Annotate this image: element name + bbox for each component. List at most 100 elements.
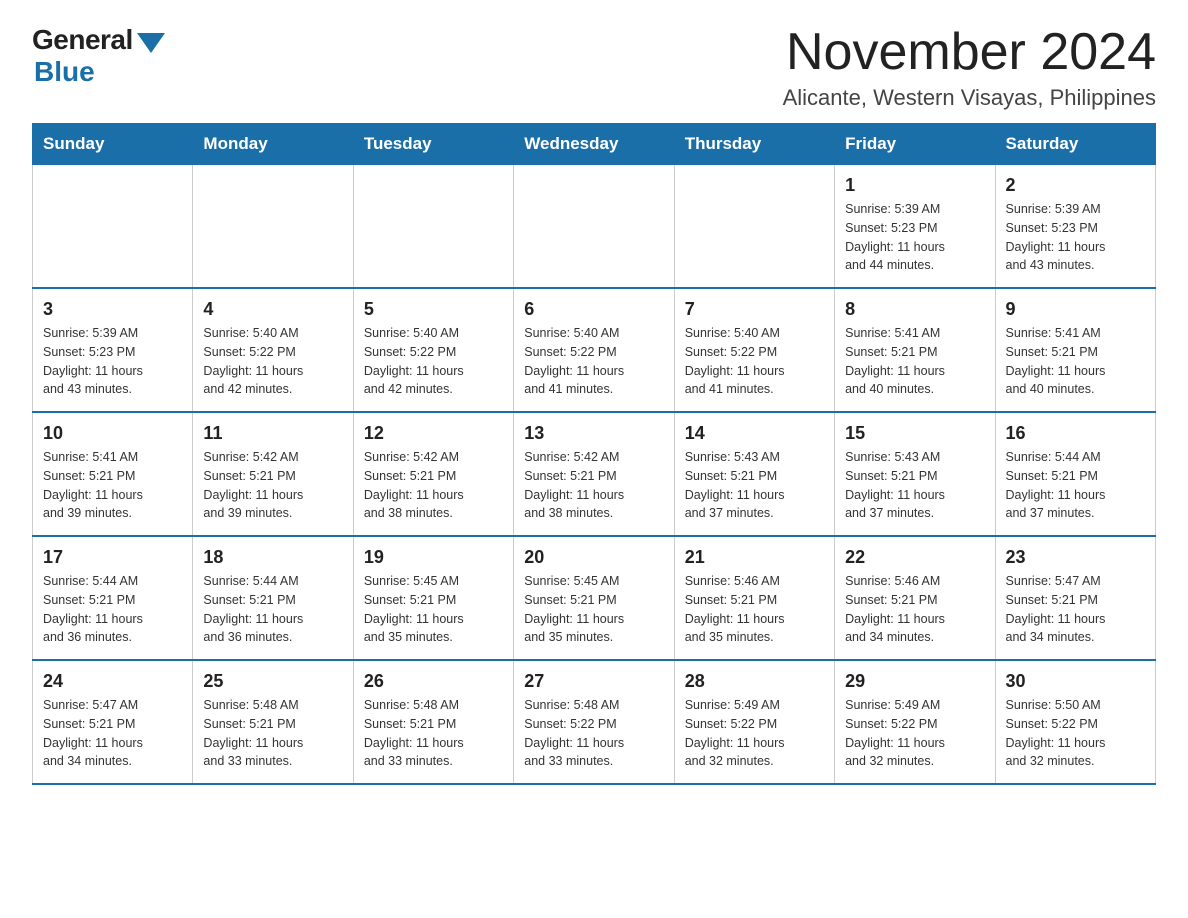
calendar-day-cell: 24 Sunrise: 5:47 AM Sunset: 5:21 PM Dayli… <box>33 660 193 784</box>
day-info: Sunrise: 5:43 AM Sunset: 5:21 PM Dayligh… <box>685 448 824 523</box>
day-number: 25 <box>203 671 342 692</box>
day-info: Sunrise: 5:50 AM Sunset: 5:22 PM Dayligh… <box>1006 696 1145 771</box>
weekday-header-saturday: Saturday <box>995 124 1155 165</box>
day-number: 26 <box>364 671 503 692</box>
day-info: Sunrise: 5:39 AM Sunset: 5:23 PM Dayligh… <box>1006 200 1145 275</box>
day-info: Sunrise: 5:47 AM Sunset: 5:21 PM Dayligh… <box>1006 572 1145 647</box>
day-info: Sunrise: 5:42 AM Sunset: 5:21 PM Dayligh… <box>364 448 503 523</box>
calendar-day-cell: 4 Sunrise: 5:40 AM Sunset: 5:22 PM Daylig… <box>193 288 353 412</box>
calendar-day-cell: 6 Sunrise: 5:40 AM Sunset: 5:22 PM Daylig… <box>514 288 674 412</box>
day-info: Sunrise: 5:45 AM Sunset: 5:21 PM Dayligh… <box>364 572 503 647</box>
calendar-day-cell: 17 Sunrise: 5:44 AM Sunset: 5:21 PM Dayli… <box>33 536 193 660</box>
day-info: Sunrise: 5:48 AM Sunset: 5:21 PM Dayligh… <box>364 696 503 771</box>
calendar-day-cell: 9 Sunrise: 5:41 AM Sunset: 5:21 PM Daylig… <box>995 288 1155 412</box>
day-number: 10 <box>43 423 182 444</box>
calendar-day-cell: 25Sunrise: 5:48 AM Sunset: 5:21 PM Dayli… <box>193 660 353 784</box>
weekday-header-thursday: Thursday <box>674 124 834 165</box>
day-number: 4 <box>203 299 342 320</box>
calendar-day-cell: 2 Sunrise: 5:39 AM Sunset: 5:23 PM Daylig… <box>995 165 1155 289</box>
day-info: Sunrise: 5:42 AM Sunset: 5:21 PM Dayligh… <box>524 448 663 523</box>
calendar-day-cell: 3Sunrise: 5:39 AM Sunset: 5:23 PM Daylig… <box>33 288 193 412</box>
weekday-header-wednesday: Wednesday <box>514 124 674 165</box>
calendar-day-cell: 29Sunrise: 5:49 AM Sunset: 5:22 PM Dayli… <box>835 660 995 784</box>
calendar-day-cell <box>33 165 193 289</box>
calendar-day-cell: 26 Sunrise: 5:48 AM Sunset: 5:21 PM Dayli… <box>353 660 513 784</box>
day-number: 21 <box>685 547 824 568</box>
calendar-day-cell: 19 Sunrise: 5:45 AM Sunset: 5:21 PM Dayli… <box>353 536 513 660</box>
calendar-day-cell: 15 Sunrise: 5:43 AM Sunset: 5:21 PM Dayli… <box>835 412 995 536</box>
day-info: Sunrise: 5:40 AM Sunset: 5:22 PM Dayligh… <box>364 324 503 399</box>
day-number: 2 <box>1006 175 1145 196</box>
day-number: 14 <box>685 423 824 444</box>
day-number: 7 <box>685 299 824 320</box>
calendar-day-cell: 14 Sunrise: 5:43 AM Sunset: 5:21 PM Dayli… <box>674 412 834 536</box>
logo-general-text: General <box>32 24 133 56</box>
day-number: 22 <box>845 547 984 568</box>
day-number: 28 <box>685 671 824 692</box>
day-info: Sunrise: 5:43 AM Sunset: 5:21 PM Dayligh… <box>845 448 984 523</box>
calendar-week-row: 3Sunrise: 5:39 AM Sunset: 5:23 PM Daylig… <box>33 288 1156 412</box>
day-number: 6 <box>524 299 663 320</box>
day-info: Sunrise: 5:40 AM Sunset: 5:22 PM Dayligh… <box>524 324 663 399</box>
day-info: Sunrise: 5:48 AM Sunset: 5:22 PM Dayligh… <box>524 696 663 771</box>
calendar-day-cell <box>674 165 834 289</box>
calendar-day-cell: 23 Sunrise: 5:47 AM Sunset: 5:21 PM Dayli… <box>995 536 1155 660</box>
logo: General Blue <box>32 24 165 88</box>
calendar-day-cell: 8Sunrise: 5:41 AM Sunset: 5:21 PM Daylig… <box>835 288 995 412</box>
day-info: Sunrise: 5:40 AM Sunset: 5:22 PM Dayligh… <box>685 324 824 399</box>
day-number: 19 <box>364 547 503 568</box>
day-number: 24 <box>43 671 182 692</box>
day-info: Sunrise: 5:40 AM Sunset: 5:22 PM Dayligh… <box>203 324 342 399</box>
calendar-day-cell: 5 Sunrise: 5:40 AM Sunset: 5:22 PM Daylig… <box>353 288 513 412</box>
calendar-header-row: SundayMondayTuesdayWednesdayThursdayFrid… <box>33 124 1156 165</box>
day-number: 17 <box>43 547 182 568</box>
day-number: 3 <box>43 299 182 320</box>
calendar-day-cell: 30 Sunrise: 5:50 AM Sunset: 5:22 PM Dayli… <box>995 660 1155 784</box>
page-header: General Blue November 2024 Alicante, Wes… <box>32 24 1156 111</box>
day-info: Sunrise: 5:49 AM Sunset: 5:22 PM Dayligh… <box>685 696 824 771</box>
calendar-table: SundayMondayTuesdayWednesdayThursdayFrid… <box>32 123 1156 785</box>
day-number: 20 <box>524 547 663 568</box>
day-info: Sunrise: 5:42 AM Sunset: 5:21 PM Dayligh… <box>203 448 342 523</box>
day-info: Sunrise: 5:46 AM Sunset: 5:21 PM Dayligh… <box>685 572 824 647</box>
day-info: Sunrise: 5:41 AM Sunset: 5:21 PM Dayligh… <box>845 324 984 399</box>
day-number: 12 <box>364 423 503 444</box>
day-info: Sunrise: 5:46 AM Sunset: 5:21 PM Dayligh… <box>845 572 984 647</box>
day-number: 9 <box>1006 299 1145 320</box>
calendar-week-row: 1Sunrise: 5:39 AM Sunset: 5:23 PM Daylig… <box>33 165 1156 289</box>
calendar-day-cell: 22 Sunrise: 5:46 AM Sunset: 5:21 PM Dayli… <box>835 536 995 660</box>
logo-blue-text: Blue <box>34 56 95 88</box>
day-number: 15 <box>845 423 984 444</box>
month-year-title: November 2024 <box>783 24 1156 81</box>
calendar-day-cell: 16 Sunrise: 5:44 AM Sunset: 5:21 PM Dayli… <box>995 412 1155 536</box>
calendar-day-cell: 12 Sunrise: 5:42 AM Sunset: 5:21 PM Dayli… <box>353 412 513 536</box>
logo-arrow-icon <box>137 33 165 53</box>
calendar-day-cell: 11 Sunrise: 5:42 AM Sunset: 5:21 PM Dayli… <box>193 412 353 536</box>
calendar-week-row: 10 Sunrise: 5:41 AM Sunset: 5:21 PM Dayli… <box>33 412 1156 536</box>
calendar-day-cell: 20 Sunrise: 5:45 AM Sunset: 5:21 PM Dayli… <box>514 536 674 660</box>
day-info: Sunrise: 5:41 AM Sunset: 5:21 PM Dayligh… <box>1006 324 1145 399</box>
weekday-header-tuesday: Tuesday <box>353 124 513 165</box>
calendar-day-cell: 1Sunrise: 5:39 AM Sunset: 5:23 PM Daylig… <box>835 165 995 289</box>
day-number: 5 <box>364 299 503 320</box>
day-number: 29 <box>845 671 984 692</box>
calendar-day-cell <box>193 165 353 289</box>
calendar-day-cell: 10 Sunrise: 5:41 AM Sunset: 5:21 PM Dayli… <box>33 412 193 536</box>
day-number: 13 <box>524 423 663 444</box>
day-info: Sunrise: 5:47 AM Sunset: 5:21 PM Dayligh… <box>43 696 182 771</box>
calendar-day-cell: 27Sunrise: 5:48 AM Sunset: 5:22 PM Dayli… <box>514 660 674 784</box>
day-info: Sunrise: 5:45 AM Sunset: 5:21 PM Dayligh… <box>524 572 663 647</box>
calendar-day-cell <box>514 165 674 289</box>
calendar-day-cell: 18Sunrise: 5:44 AM Sunset: 5:21 PM Dayli… <box>193 536 353 660</box>
calendar-week-row: 17 Sunrise: 5:44 AM Sunset: 5:21 PM Dayli… <box>33 536 1156 660</box>
location-subtitle: Alicante, Western Visayas, Philippines <box>783 85 1156 111</box>
day-info: Sunrise: 5:41 AM Sunset: 5:21 PM Dayligh… <box>43 448 182 523</box>
day-number: 16 <box>1006 423 1145 444</box>
day-info: Sunrise: 5:44 AM Sunset: 5:21 PM Dayligh… <box>203 572 342 647</box>
calendar-day-cell: 13 Sunrise: 5:42 AM Sunset: 5:21 PM Dayli… <box>514 412 674 536</box>
day-info: Sunrise: 5:44 AM Sunset: 5:21 PM Dayligh… <box>1006 448 1145 523</box>
day-info: Sunrise: 5:44 AM Sunset: 5:21 PM Dayligh… <box>43 572 182 647</box>
day-number: 23 <box>1006 547 1145 568</box>
day-number: 30 <box>1006 671 1145 692</box>
day-number: 11 <box>203 423 342 444</box>
